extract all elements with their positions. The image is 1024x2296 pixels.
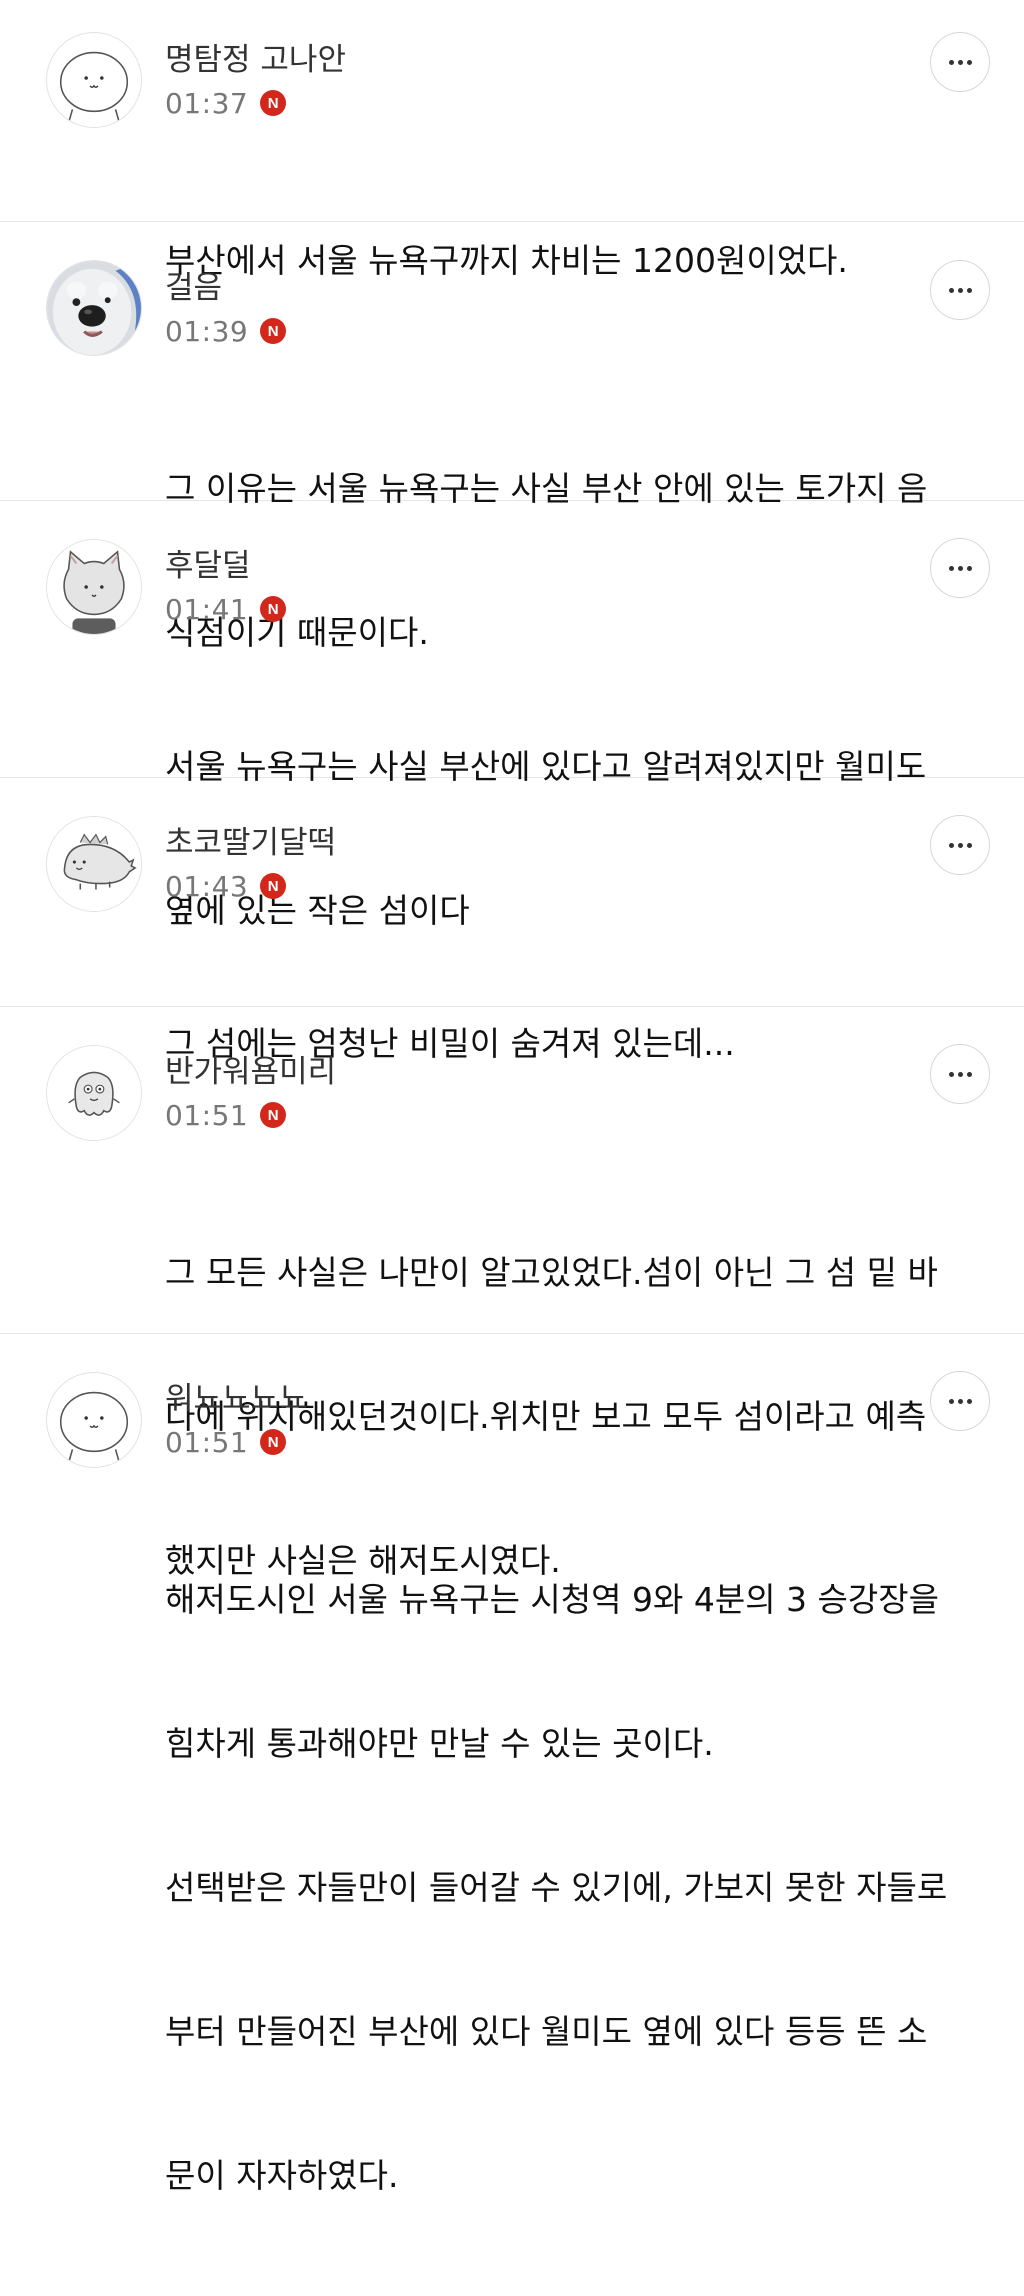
more-dot-icon [957, 1071, 963, 1077]
comment-item: 후달덜 01:41 N 서울 뉴욕구는 사실 부산에 있다고 알려져있지만 월미… [0, 501, 1024, 930]
comment-item: 명탐정 고나안 01:37 N 부산에서 서울 뉴욕구까지 차비는 1200원이… [0, 0, 1024, 280]
new-badge-icon: N [260, 90, 287, 116]
more-options-button[interactable] [930, 1044, 990, 1104]
more-dot-icon [966, 1398, 972, 1404]
avatar[interactable] [46, 1372, 142, 1468]
author-name[interactable]: 걸음 [165, 268, 222, 308]
more-dot-icon [948, 1398, 954, 1404]
more-dot-icon [957, 842, 963, 848]
comment-meta: 01:51 N [165, 1424, 287, 1460]
ghost-avatar-icon [47, 1046, 141, 1140]
more-options-button[interactable] [930, 260, 990, 320]
round-face-avatar-icon [59, 1391, 129, 1464]
comment-meta: 01:41 N [165, 591, 287, 627]
more-options-button[interactable] [930, 538, 990, 598]
comment-line: 해저도시인 서울 뉴욕구는 시청역 9와 4분의 3 승강장을 [165, 1580, 939, 1619]
new-badge-icon: N [260, 596, 287, 622]
new-badge-icon: N [260, 1429, 287, 1455]
comment-meta: 01:51 N [165, 1097, 287, 1133]
more-dot-icon [957, 287, 963, 293]
more-dot-icon [957, 1398, 963, 1404]
more-options-button[interactable] [930, 815, 990, 875]
timestamp: 01:51 [165, 1425, 249, 1459]
timestamp: 01:51 [165, 1098, 249, 1132]
comment-line: 힘차게 통과해야만 만날 수 있는 곳이다. [165, 1724, 714, 1763]
round-face-avatar-icon [59, 51, 129, 124]
timestamp: 01:41 [165, 592, 249, 626]
comment-line: 부터 만들어진 부산에 있다 월미도 옆에 있다 등등 뜬 소 [165, 2012, 928, 2051]
comment-item: 워뇨뇨뇨뇨 01:51 N 해저도시인 서울 뉴욕구는 시청역 9와 4분의 3… [0, 1334, 1024, 2195]
more-dot-icon [948, 59, 954, 65]
new-badge-icon: N [260, 318, 287, 344]
author-name[interactable]: 반가워욤미리 [165, 1052, 336, 1092]
more-options-button[interactable] [930, 1371, 990, 1431]
more-dot-icon [948, 842, 954, 848]
comment-item: 반가워욤미리 01:51 N 그 모든 사실은 나만이 알고있었다.섬이 아닌 … [0, 1007, 1024, 1580]
comment-meta: 01:43 N [165, 868, 287, 904]
comment-meta: 01:39 N [165, 313, 287, 349]
timestamp: 01:39 [165, 314, 249, 348]
cat-face-avatar-icon [47, 540, 141, 634]
avatar[interactable] [46, 32, 142, 128]
more-dot-icon [966, 287, 972, 293]
more-options-button[interactable] [930, 32, 990, 92]
more-dot-icon [966, 565, 972, 571]
more-dot-icon [966, 842, 972, 848]
timestamp: 01:37 [165, 86, 249, 120]
avatar[interactable] [46, 816, 142, 912]
more-dot-icon [948, 565, 954, 571]
avatar[interactable] [46, 260, 142, 356]
comment-meta: 01:37 N [165, 85, 287, 121]
dog-photo-avatar [47, 261, 141, 355]
comment-line: 문이 자자하였다. [165, 2156, 399, 2195]
author-name[interactable]: 워뇨뇨뇨뇨 [165, 1379, 308, 1419]
new-badge-icon: N [260, 1102, 287, 1128]
avatar[interactable] [46, 1045, 142, 1141]
timestamp: 01:43 [165, 869, 249, 903]
more-dot-icon [957, 565, 963, 571]
more-dot-icon [966, 59, 972, 65]
dinosaur-avatar-icon [47, 817, 141, 911]
comment-item: 초코딸기달떡 01:43 N 그 섬에는 엄청난 비밀이 숨겨져 있는데... [0, 778, 1024, 1063]
new-badge-icon: N [260, 873, 287, 899]
author-name[interactable]: 초코딸기달떡 [165, 823, 336, 863]
more-dot-icon [957, 59, 963, 65]
author-name[interactable]: 후달덜 [165, 546, 251, 586]
comment-line: 그 모든 사실은 나만이 알고있었다.섬이 아닌 그 섬 밑 바 [165, 1253, 938, 1292]
more-dot-icon [948, 1071, 954, 1077]
more-dot-icon [948, 287, 954, 293]
author-name[interactable]: 명탐정 고나안 [165, 40, 346, 80]
comment-text: 해저도시인 서울 뉴욕구는 시청역 9와 4분의 3 승강장을 힘차게 통과해야… [165, 1480, 985, 2296]
comment-item: 걸음 01:39 N 그 이유는 서울 뉴욕구는 사실 부산 안에 있는 토가지… [0, 222, 1024, 652]
more-dot-icon [966, 1071, 972, 1077]
avatar[interactable] [46, 539, 142, 635]
comment-line: 선택받은 자들만이 들어갈 수 있기에, 가보지 못한 자들로 [165, 1868, 948, 1907]
